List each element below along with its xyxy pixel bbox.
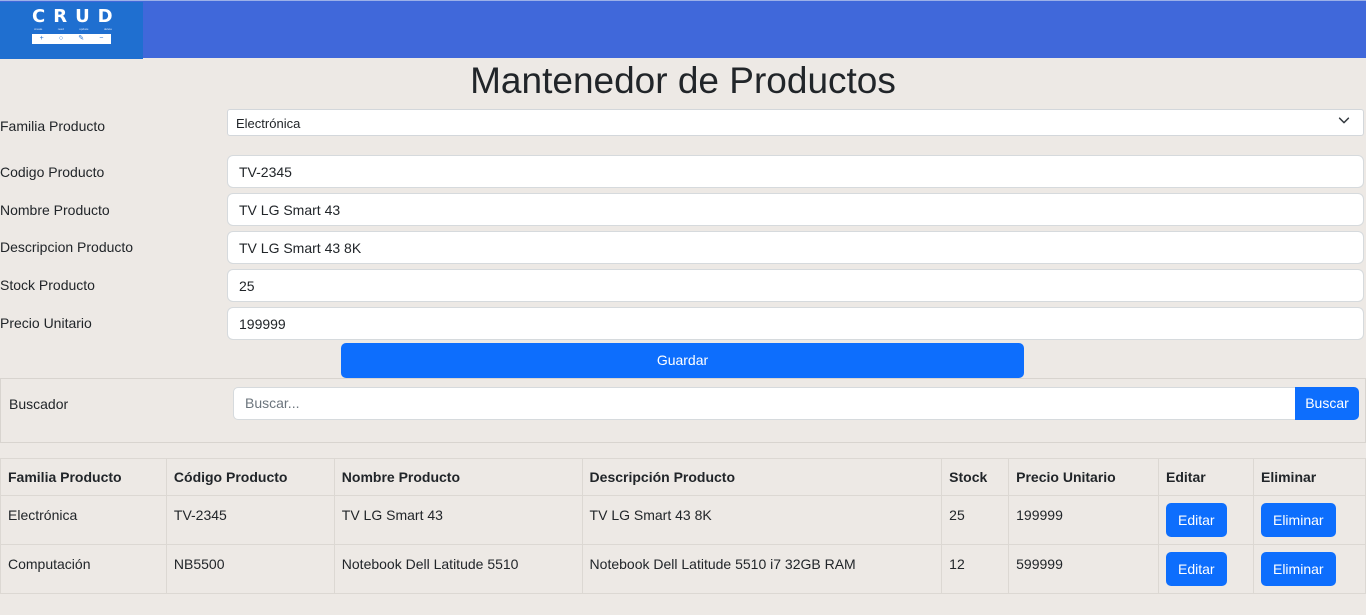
cell-descripcion: Notebook Dell Latitude 5510 i7 32GB RAM <box>581 544 943 594</box>
top-navbar: CRUD create read update delete + ○ ✎ − <box>0 0 1366 59</box>
precio-label: Precio Unitario <box>0 315 92 331</box>
logo-text: CRUD <box>32 6 121 27</box>
edit-button[interactable]: Editar <box>1166 552 1227 586</box>
cell-descripcion: TV LG Smart 43 8K <box>581 495 943 545</box>
cell-precio: 599999 <box>1008 544 1160 594</box>
col-header-descripcion: Descripción Producto <box>581 458 943 496</box>
cell-codigo: TV-2345 <box>165 495 335 545</box>
col-header-familia: Familia Producto <box>0 458 167 496</box>
precio-input[interactable]: 199999 <box>227 307 1364 340</box>
codigo-label: Codigo Producto <box>0 164 105 180</box>
delete-button[interactable]: Eliminar <box>1260 552 1336 586</box>
search-input[interactable]: Buscar... <box>233 387 1296 420</box>
col-header-stock: Stock <box>941 458 1010 496</box>
table-row: Electrónica TV-2345 TV LG Smart 43 TV LG… <box>0 495 1366 545</box>
logo-icon-bar: + ○ ✎ − <box>32 34 111 44</box>
page-title: Mantenedor de Productos <box>470 60 896 101</box>
crud-logo[interactable]: CRUD create read update delete + ○ ✎ − <box>0 2 143 59</box>
save-button[interactable]: Guardar <box>341 343 1024 378</box>
cell-eliminar: Eliminar <box>1252 495 1366 545</box>
search-label: Buscador <box>9 396 69 412</box>
familia-select[interactable]: Electrónica <box>227 109 1364 136</box>
descripcion-input[interactable]: TV LG Smart 43 8K <box>227 231 1364 264</box>
cell-editar: Editar <box>1158 544 1254 594</box>
familia-select-value: Electrónica <box>236 116 301 131</box>
delete-button[interactable]: Eliminar <box>1260 503 1336 537</box>
codigo-input[interactable]: TV-2345 <box>227 155 1364 188</box>
stock-input[interactable]: 25 <box>227 269 1364 302</box>
cell-familia: Computación <box>0 544 167 594</box>
edit-button[interactable]: Editar <box>1166 503 1227 537</box>
descripcion-label: Descripcion Producto <box>0 239 134 255</box>
create-icon: + <box>39 35 44 42</box>
col-header-editar: Editar <box>1158 458 1254 496</box>
col-header-eliminar: Eliminar <box>1252 458 1366 496</box>
cell-stock: 25 <box>941 495 1010 545</box>
familia-label: Familia Producto <box>0 118 106 134</box>
logo-subtitle-create: create <box>34 27 43 31</box>
search-button[interactable]: Buscar <box>1295 387 1359 420</box>
read-icon: ○ <box>58 35 64 42</box>
nombre-input[interactable]: TV LG Smart 43 <box>227 193 1364 226</box>
table-row: Computación NB5500 Notebook Dell Latitud… <box>0 544 1366 594</box>
cell-precio: 199999 <box>1008 495 1160 545</box>
delete-icon: − <box>99 35 104 42</box>
nombre-label: Nombre Producto <box>0 202 110 218</box>
col-header-codigo: Código Producto <box>165 458 335 496</box>
chevron-down-icon <box>1338 117 1350 124</box>
logo-subtitle: create read update delete <box>34 27 112 31</box>
cell-eliminar: Eliminar <box>1252 544 1366 594</box>
col-header-nombre: Nombre Producto <box>333 458 583 496</box>
stock-label: Stock Producto <box>0 277 95 293</box>
edit-icon: ✎ <box>78 35 85 42</box>
logo-subtitle-read: read <box>57 27 64 31</box>
cell-familia: Electrónica <box>0 495 167 545</box>
table-header-row: Familia Producto Código Producto Nombre … <box>0 458 1366 496</box>
cell-nombre: TV LG Smart 43 <box>333 495 583 545</box>
search-panel: Buscador Buscar... Buscar <box>0 378 1366 443</box>
logo-subtitle-delete: delete <box>103 27 112 31</box>
cell-stock: 12 <box>941 544 1010 594</box>
logo-subtitle-update: update <box>79 27 89 31</box>
cell-codigo: NB5500 <box>165 544 335 594</box>
products-table: Familia Producto Código Producto Nombre … <box>0 458 1366 594</box>
col-header-precio: Precio Unitario <box>1008 458 1160 496</box>
cell-nombre: Notebook Dell Latitude 5510 <box>333 544 583 594</box>
cell-editar: Editar <box>1158 495 1254 545</box>
